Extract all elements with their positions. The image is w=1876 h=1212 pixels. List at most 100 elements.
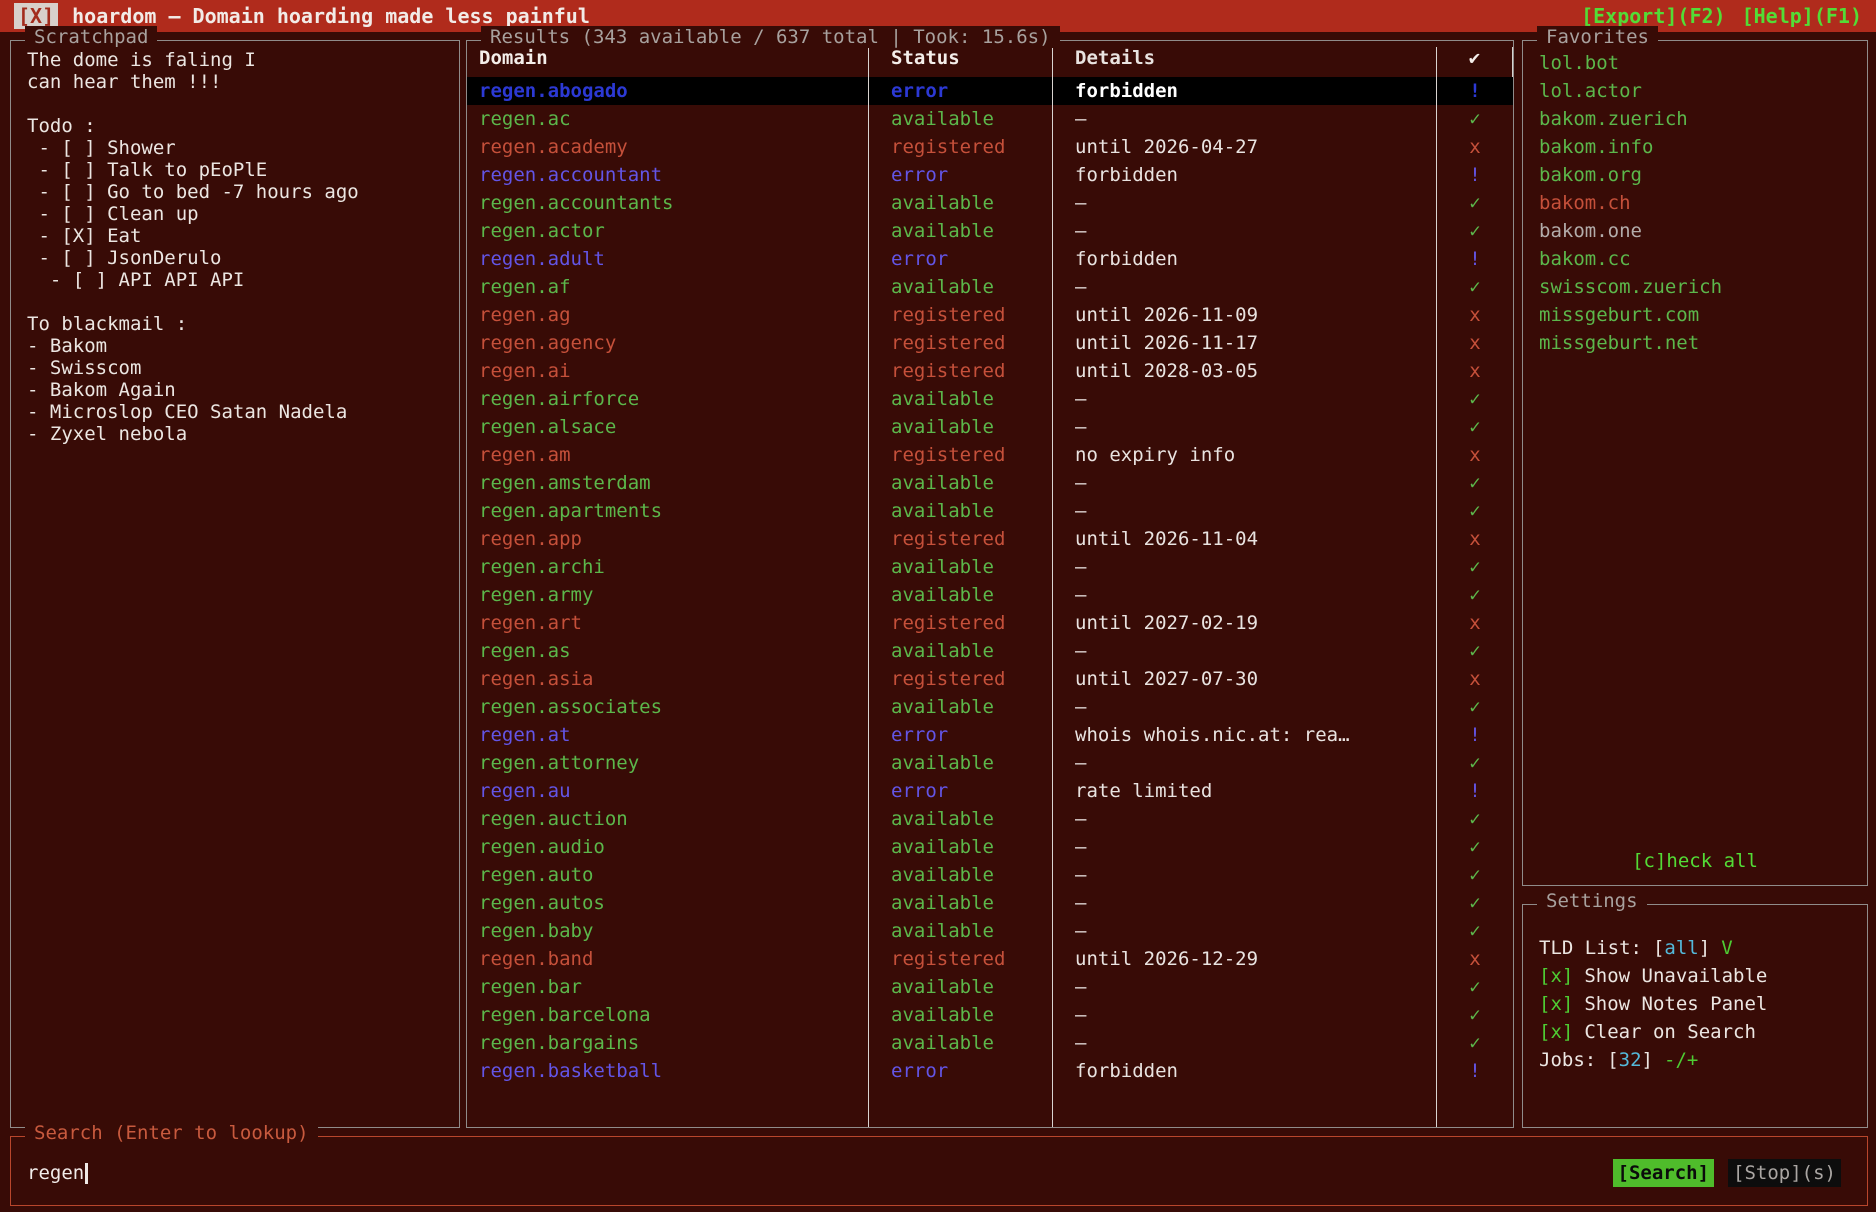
favorite-item[interactable]: bakom.org	[1523, 161, 1867, 189]
table-row[interactable]: regen.band registered until 2026-12-29 x	[467, 945, 1513, 973]
table-row[interactable]: regen.au error rate limited !	[467, 777, 1513, 805]
table-row[interactable]: regen.af available – ✓	[467, 273, 1513, 301]
table-row[interactable]: regen.audio available – ✓	[467, 833, 1513, 861]
favorite-item[interactable]: bakom.info	[1523, 133, 1867, 161]
domain-cell: regen.auction	[467, 805, 869, 833]
table-row[interactable]: regen.bargains available – ✓	[467, 1029, 1513, 1057]
search-input-value: regen	[27, 1162, 84, 1184]
table-row[interactable]: regen.at error whois whois.nic.at: rea… …	[467, 721, 1513, 749]
settings-checkbox[interactable]: [x]Show Notes Panel	[1539, 990, 1867, 1018]
table-row[interactable]: regen.academy registered until 2026-04-2…	[467, 133, 1513, 161]
status-cell: error	[869, 721, 1053, 749]
domain-cell: regen.apartments	[467, 497, 869, 525]
table-row[interactable]: regen.alsace available – ✓	[467, 413, 1513, 441]
export-button[interactable]: [Export](F2)	[1581, 4, 1726, 28]
search-input[interactable]: regen	[11, 1159, 1867, 1187]
favorite-item[interactable]: missgeburt.com	[1523, 301, 1867, 329]
status-cell: available	[869, 553, 1053, 581]
details-cell: forbidden	[1053, 245, 1437, 273]
check-cell: x	[1437, 301, 1513, 329]
table-row[interactable]: regen.baby available – ✓	[467, 917, 1513, 945]
favorite-item[interactable]: swisscom.zuerich	[1523, 273, 1867, 301]
table-row[interactable]: regen.bar available – ✓	[467, 973, 1513, 1001]
favorite-item[interactable]: missgeburt.net	[1523, 329, 1867, 357]
favorite-item[interactable]: bakom.ch	[1523, 189, 1867, 217]
table-row[interactable]: regen.barcelona available – ✓	[467, 1001, 1513, 1029]
check-cell: ✓	[1437, 105, 1513, 133]
table-row[interactable]: regen.basketball error forbidden !	[467, 1057, 1513, 1085]
check-cell: ✓	[1437, 189, 1513, 217]
table-row[interactable]: regen.auto available – ✓	[467, 861, 1513, 889]
domain-cell: regen.bargains	[467, 1029, 869, 1057]
domain-cell: regen.barcelona	[467, 1001, 869, 1029]
table-row[interactable]: regen.autos available – ✓	[467, 889, 1513, 917]
domain-cell: regen.agency	[467, 329, 869, 357]
table-row[interactable]: regen.airforce available – ✓	[467, 385, 1513, 413]
check-cell: ✓	[1437, 693, 1513, 721]
domain-cell: regen.au	[467, 777, 869, 805]
jobs-label: Jobs:	[1539, 1049, 1596, 1071]
check-all-button[interactable]: [c]heck all	[1523, 847, 1867, 875]
table-row[interactable]: regen.am registered no expiry info x	[467, 441, 1513, 469]
favorite-item[interactable]: bakom.one	[1523, 217, 1867, 245]
table-row[interactable]: regen.ac available – ✓	[467, 105, 1513, 133]
tld-list-control[interactable]: TLD List:[all]V	[1539, 934, 1867, 962]
table-row[interactable]: regen.apartments available – ✓	[467, 497, 1513, 525]
jobs-stepper[interactable]: -/+	[1664, 1049, 1698, 1071]
table-row[interactable]: regen.asia registered until 2027-07-30 x	[467, 665, 1513, 693]
table-row[interactable]: regen.amsterdam available – ✓	[467, 469, 1513, 497]
table-row[interactable]: regen.adult error forbidden !	[467, 245, 1513, 273]
table-row[interactable]: regen.army available – ✓	[467, 581, 1513, 609]
details-cell: until 2026-11-17	[1053, 329, 1437, 357]
details-cell: –	[1053, 189, 1437, 217]
jobs-control[interactable]: Jobs:[32]-/+	[1539, 1046, 1867, 1074]
favorite-item[interactable]: lol.actor	[1523, 77, 1867, 105]
help-button[interactable]: [Help](F1)	[1742, 4, 1862, 28]
table-row[interactable]: regen.abogado error forbidden !	[467, 77, 1513, 105]
stop-button[interactable]: [Stop](s)	[1728, 1159, 1841, 1187]
table-row[interactable]: regen.actor available – ✓	[467, 217, 1513, 245]
favorite-item[interactable]: bakom.cc	[1523, 245, 1867, 273]
details-cell: until 2026-11-09	[1053, 301, 1437, 329]
details-cell: rate limited	[1053, 777, 1437, 805]
table-row[interactable]: regen.attorney available – ✓	[467, 749, 1513, 777]
details-cell: –	[1053, 497, 1437, 525]
details-cell: until 2026-11-04	[1053, 525, 1437, 553]
table-row[interactable]: regen.app registered until 2026-11-04 x	[467, 525, 1513, 553]
check-cell: !	[1437, 77, 1513, 105]
check-cell: ✓	[1437, 469, 1513, 497]
domain-cell: regen.app	[467, 525, 869, 553]
status-cell: registered	[869, 301, 1053, 329]
table-row[interactable]: regen.ag registered until 2026-11-09 x	[467, 301, 1513, 329]
table-row[interactable]: regen.as available – ✓	[467, 637, 1513, 665]
domain-cell: regen.ac	[467, 105, 869, 133]
table-row[interactable]: regen.accountant error forbidden !	[467, 161, 1513, 189]
favorite-item[interactable]: lol.bot	[1523, 49, 1867, 77]
favorite-item[interactable]: bakom.zuerich	[1523, 105, 1867, 133]
check-cell: ✓	[1437, 581, 1513, 609]
settings-checkbox[interactable]: [x]Clear on Search	[1539, 1018, 1867, 1046]
check-cell: !	[1437, 161, 1513, 189]
table-row[interactable]: regen.accountants available – ✓	[467, 189, 1513, 217]
search-button[interactable]: [Search]	[1613, 1159, 1715, 1187]
domain-cell: regen.am	[467, 441, 869, 469]
favorites-list: lol.bot lol.actor bakom.zuerich bakom.in…	[1523, 41, 1867, 357]
domain-cell: regen.airforce	[467, 385, 869, 413]
settings-checkbox[interactable]: [x]Show Unavailable	[1539, 962, 1867, 990]
status-cell: error	[869, 161, 1053, 189]
details-cell: forbidden	[1053, 77, 1437, 105]
table-row[interactable]: regen.ai registered until 2028-03-05 x	[467, 357, 1513, 385]
table-row[interactable]: regen.associates available – ✓	[467, 693, 1513, 721]
table-row[interactable]: regen.auction available – ✓	[467, 805, 1513, 833]
table-row[interactable]: regen.art registered until 2027-02-19 x	[467, 609, 1513, 637]
status-cell: available	[869, 693, 1053, 721]
details-cell: –	[1053, 973, 1437, 1001]
table-row[interactable]: regen.agency registered until 2026-11-17…	[467, 329, 1513, 357]
scratchpad-notes[interactable]: The dome is faling I can hear them !!! T…	[11, 49, 459, 445]
details-cell: forbidden	[1053, 161, 1437, 189]
table-row[interactable]: regen.archi available – ✓	[467, 553, 1513, 581]
jobs-value: 32	[1619, 1049, 1642, 1071]
checkbox-mark: [x]	[1539, 993, 1573, 1015]
check-cell: !	[1437, 721, 1513, 749]
domain-cell: regen.accountants	[467, 189, 869, 217]
